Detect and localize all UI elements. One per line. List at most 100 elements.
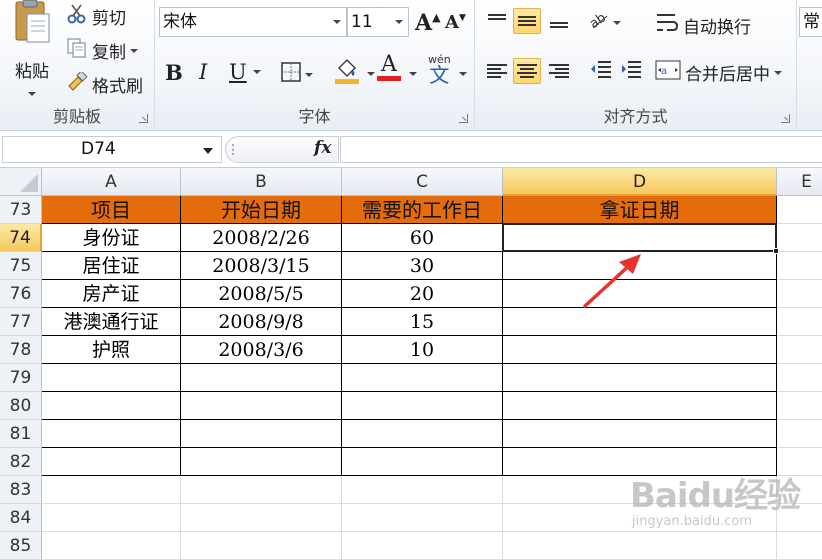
cell-c77[interactable]: 15: [342, 308, 503, 336]
cell-a84[interactable]: [42, 504, 181, 532]
column-header-a[interactable]: A: [42, 168, 181, 196]
cell-e79[interactable]: [777, 364, 822, 392]
cell-b83[interactable]: [181, 476, 342, 504]
cut-button[interactable]: 剪切: [66, 4, 126, 29]
font-size-select[interactable]: 11: [347, 7, 409, 37]
orientation-dropdown-icon[interactable]: [613, 20, 621, 25]
cell-c84[interactable]: [342, 504, 503, 532]
align-bottom-button[interactable]: [545, 8, 573, 34]
resize-handle-icon[interactable]: [232, 144, 238, 155]
cell-c79[interactable]: [342, 364, 503, 392]
align-middle-button[interactable]: [513, 8, 541, 34]
orientation-button[interactable]: ab: [587, 10, 621, 35]
row-header-85[interactable]: 85: [0, 532, 42, 560]
copy-dropdown-icon[interactable]: [130, 48, 138, 53]
row-header-82[interactable]: 82: [0, 448, 42, 476]
font-launcher-icon[interactable]: [459, 114, 468, 123]
merge-center-button[interactable]: a 合并后居中: [655, 60, 782, 85]
font-family-dropdown-icon[interactable]: [333, 20, 341, 24]
cell-c83[interactable]: [342, 476, 503, 504]
cell-c76[interactable]: 20: [342, 280, 503, 308]
format-painter-button[interactable]: 格式刷: [66, 70, 143, 97]
column-header-c[interactable]: C: [342, 168, 503, 196]
cell-c80[interactable]: [342, 392, 503, 420]
row-header-78[interactable]: 78: [0, 336, 42, 364]
cell-a73[interactable]: 项目: [42, 196, 181, 224]
increase-indent-button[interactable]: [617, 58, 645, 84]
column-header-b[interactable]: B: [181, 168, 342, 196]
cell-b80[interactable]: [181, 392, 342, 420]
row-header-76[interactable]: 76: [0, 280, 42, 308]
shrink-font-button[interactable]: A ▼: [445, 12, 466, 33]
alignment-launcher-icon[interactable]: [781, 114, 790, 123]
cell-a78[interactable]: 护照: [42, 336, 181, 364]
cell-b82[interactable]: [181, 448, 342, 476]
cell-a75[interactable]: 居住证: [42, 252, 181, 280]
cell-b76[interactable]: 2008/5/5: [181, 280, 342, 308]
cell-c81[interactable]: [342, 420, 503, 448]
cell-a82[interactable]: [42, 448, 181, 476]
cell-d81[interactable]: [503, 420, 777, 448]
row-header-83[interactable]: 83: [0, 476, 42, 504]
phonetic-dropdown-icon[interactable]: [459, 72, 467, 76]
column-header-d[interactable]: D: [503, 168, 777, 196]
row-header-77[interactable]: 77: [0, 308, 42, 336]
cell-c73[interactable]: 需要的工作日: [342, 196, 503, 224]
row-header-81[interactable]: 81: [0, 420, 42, 448]
cell-e78[interactable]: [777, 336, 822, 364]
cell-b84[interactable]: [181, 504, 342, 532]
row-header-79[interactable]: 79: [0, 364, 42, 392]
align-center-button[interactable]: [513, 58, 541, 84]
cell-b81[interactable]: [181, 420, 342, 448]
borders-dropdown-icon[interactable]: [305, 72, 313, 77]
wrap-text-button[interactable]: 自动换行: [655, 12, 751, 39]
insert-function-button[interactable]: fx: [314, 138, 331, 158]
align-top-button[interactable]: [483, 8, 511, 34]
italic-button[interactable]: I: [199, 60, 207, 84]
cell-a81[interactable]: [42, 420, 181, 448]
cell-a80[interactable]: [42, 392, 181, 420]
name-box-dropdown-icon[interactable]: [203, 148, 213, 154]
fill-color-dropdown-icon[interactable]: [367, 72, 375, 76]
cell-a85[interactable]: [42, 532, 181, 560]
bold-button[interactable]: B: [165, 60, 183, 85]
number-format-select[interactable]: 常: [799, 7, 822, 37]
cell-d80[interactable]: [503, 392, 777, 420]
fill-color-button[interactable]: [335, 58, 359, 89]
cell-b78[interactable]: 2008/3/6: [181, 336, 342, 364]
cell-b79[interactable]: [181, 364, 342, 392]
select-all-button[interactable]: [0, 168, 42, 196]
cell-a77[interactable]: 港澳通行证: [42, 308, 181, 336]
paste-button[interactable]: 粘贴: [6, 0, 58, 100]
cell-a83[interactable]: [42, 476, 181, 504]
cell-a74[interactable]: 身份证: [42, 224, 181, 252]
cell-a76[interactable]: 房产证: [42, 280, 181, 308]
cell-e80[interactable]: [777, 392, 822, 420]
cell-b73[interactable]: 开始日期: [181, 196, 342, 224]
font-family-select[interactable]: 宋体: [159, 7, 347, 37]
cell-b75[interactable]: 2008/3/15: [181, 252, 342, 280]
font-size-dropdown-icon[interactable]: [395, 20, 403, 24]
row-header-84[interactable]: 84: [0, 504, 42, 532]
cell-b74[interactable]: 2008/2/26: [181, 224, 342, 252]
cell-e74[interactable]: [777, 224, 822, 252]
decrease-indent-button[interactable]: [587, 58, 615, 84]
paste-dropdown-icon[interactable]: [28, 92, 36, 96]
cell-c82[interactable]: [342, 448, 503, 476]
cell-b85[interactable]: [181, 532, 342, 560]
borders-button[interactable]: [281, 62, 313, 87]
copy-button[interactable]: 复制: [66, 38, 138, 63]
underline-button[interactable]: U: [229, 60, 261, 84]
clipboard-launcher-icon[interactable]: [139, 114, 148, 123]
font-color-dropdown-icon[interactable]: [409, 72, 417, 76]
row-header-75[interactable]: 75: [0, 252, 42, 280]
cell-d73[interactable]: 拿证日期: [503, 196, 777, 224]
cell-c75[interactable]: 30: [342, 252, 503, 280]
name-box[interactable]: D74: [2, 136, 222, 163]
merge-center-dropdown-icon[interactable]: [774, 70, 782, 75]
cell-b77[interactable]: 2008/9/8: [181, 308, 342, 336]
align-left-button[interactable]: [483, 58, 511, 84]
cell-e73[interactable]: [777, 196, 822, 224]
cell-c74[interactable]: 60: [342, 224, 503, 252]
cell-c78[interactable]: 10: [342, 336, 503, 364]
